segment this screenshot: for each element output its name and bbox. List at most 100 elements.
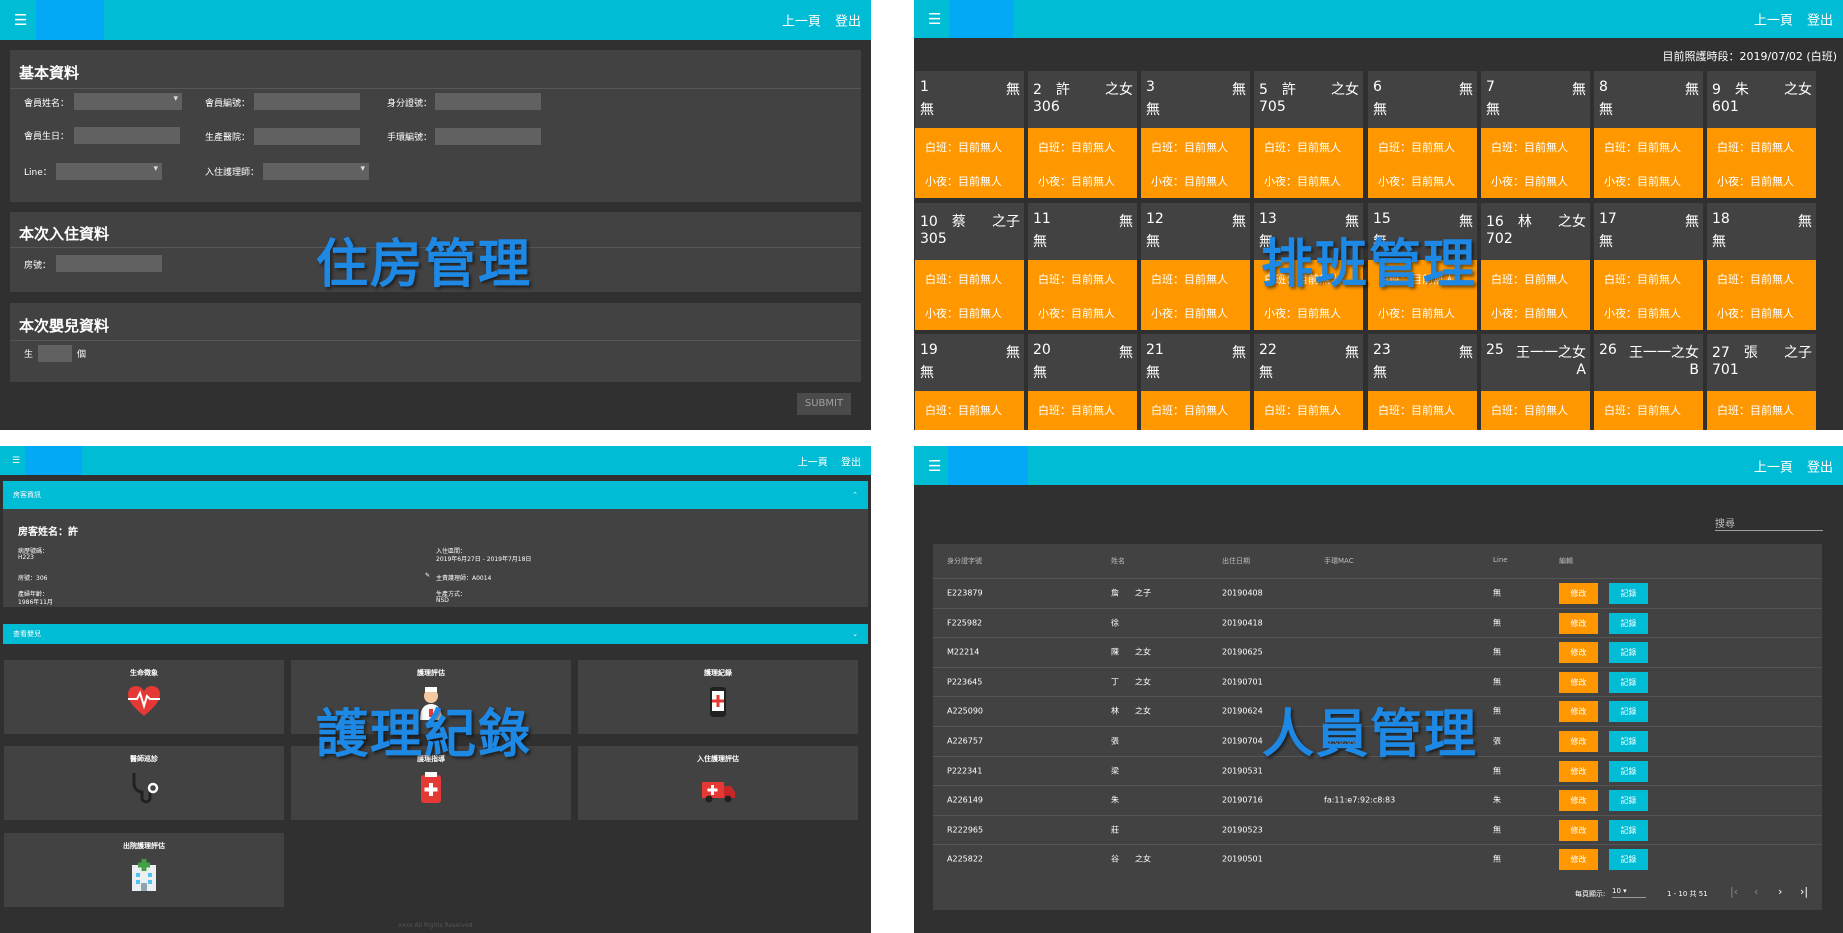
room-header: 2 許 之女 306 [1028,71,1137,128]
prev-page-link[interactable]: 上一頁 [782,15,821,30]
room-occupant: 無 [1572,82,1586,98]
room-card[interactable]: 11 無無白班：目前無人 小夜：目前無人 [1028,203,1137,330]
prev-page-icon[interactable]: ‹ [1754,885,1758,898]
per-page-select[interactable]: 10 ▾ [1612,887,1646,898]
room-card[interactable]: 26 王一一之女B 白班：目前無人小夜：目前無人 [1594,334,1703,430]
record-button[interactable]: 記錄 [1609,849,1648,871]
edit-button[interactable]: 修改 [1559,583,1598,604]
edit-button[interactable]: 修改 [1559,849,1598,871]
edit-button[interactable]: 修改 [1559,671,1598,693]
hospital-input[interactable] [254,128,360,145]
chevron-down-icon: ⌄ [852,630,858,638]
room-card[interactable]: 9 朱 之女 601 白班：目前無人 小夜：目前無人 [1707,71,1816,198]
tile-admission-assessment[interactable]: 入住護理評估 [578,746,858,820]
room-card[interactable]: 22無無白班：目前無人小夜：目前無人 [1254,334,1363,430]
room-card[interactable]: 2 許 之女 306 白班：目前無人 小夜：目前無人 [1028,71,1137,198]
room-card[interactable]: 19無無白班：目前無人小夜：目前無人 [915,334,1024,430]
record-button[interactable]: 記錄 [1609,819,1648,841]
edit-button[interactable]: 修改 [1559,701,1598,723]
room-input[interactable] [56,255,162,272]
field-label: Line： [24,168,52,178]
menu-icon[interactable]: ☰ [12,456,20,466]
column-header[interactable]: Line [1493,556,1508,564]
room-card[interactable]: 7 無無白班：目前無人 小夜：目前無人 [1481,71,1590,198]
room-card[interactable]: 6 無無白班：目前無人 小夜：目前無人 [1368,71,1477,198]
guest-info-header[interactable]: 房客資訊 ⌃ [3,481,868,509]
room-card[interactable]: 1 無無白班：目前無人 小夜：目前無人 [915,71,1024,198]
last-page-icon[interactable]: ›| [1800,885,1808,898]
prev-page-link[interactable]: 上一頁 [798,457,828,468]
record-button[interactable]: 記錄 [1609,642,1648,664]
id-no-input[interactable] [435,93,541,110]
menu-icon[interactable]: ☰ [928,457,941,475]
field-value: NSD [436,597,449,604]
room-card[interactable]: 25 王一一之女A 白班：目前無人小夜：目前無人 [1481,334,1590,430]
baby-header[interactable]: 查看嬰兒 ⌄ [3,624,868,644]
baby-count-input[interactable] [38,345,72,362]
submit-button[interactable]: SUBMIT [797,393,851,415]
member-no-input[interactable] [254,93,360,110]
edit-button[interactable]: 修改 [1559,731,1598,752]
birthday-input[interactable] [74,127,180,144]
next-page-icon[interactable]: › [1778,885,1782,898]
edit-button[interactable]: 修改 [1559,760,1598,782]
edit-button[interactable]: 修改 [1559,612,1598,634]
room-card[interactable]: 16 林 之女 702 白班：目前無人 小夜：目前無人 [1481,203,1590,330]
column-header[interactable]: 身分證字號 [947,556,982,566]
column-header[interactable]: 編輯 [1559,556,1573,566]
line-select[interactable] [56,163,162,180]
room-card[interactable]: 20無無白班：目前無人小夜：目前無人 [1028,334,1137,430]
room-occupant: 無 [1232,82,1246,98]
tile-doctor-round[interactable]: 醫師巡診 [4,746,284,820]
record-button[interactable]: 記錄 [1609,790,1648,812]
room-card[interactable]: 3 無無白班：目前無人 小夜：目前無人 [1141,71,1250,198]
room-number: 12 [1146,211,1164,227]
prev-page-link[interactable]: 上一頁 [1754,460,1793,475]
logout-link[interactable]: 登出 [1807,14,1833,29]
edit-icon[interactable]: ✎ [425,572,430,579]
prev-page-link[interactable]: 上一頁 [1754,14,1793,29]
room-card[interactable]: 23無無白班：目前無人小夜：目前無人 [1368,334,1477,430]
room-sub: 無 [1599,234,1613,250]
room-card[interactable]: 27 張 之子 701 白班：目前無人小夜：目前無人 [1707,334,1816,430]
menu-icon[interactable]: ☰ [928,10,941,28]
name-cell: 丁 之女 [1111,677,1151,687]
room-number: 6 [1373,79,1382,95]
room-card[interactable]: 5 許 之女 705 白班：目前無人 小夜：目前無人 [1254,71,1363,198]
logout-link[interactable]: 登出 [835,15,861,30]
bracelet-input[interactable] [435,128,541,145]
record-button[interactable]: 記錄 [1609,701,1648,723]
room-card[interactable]: 18 無無白班：目前無人 小夜：目前無人 [1707,203,1816,330]
edit-button[interactable]: 修改 [1559,819,1598,841]
overlay-title: 人員管理 [1262,705,1479,765]
record-button[interactable]: 記錄 [1609,731,1648,752]
logout-link[interactable]: 登出 [841,457,861,468]
first-page-icon[interactable]: |‹ [1730,885,1738,898]
record-button[interactable]: 記錄 [1609,760,1648,782]
column-header[interactable]: 姓名 [1111,556,1125,566]
table-row: R222965 莊 20190523 無 修改 記錄 [933,814,1822,844]
room-card[interactable]: 12 無無白班：目前無人 小夜：目前無人 [1141,203,1250,330]
room-card[interactable]: 10 蔡 之子 305 白班：目前無人 小夜：目前無人 [915,203,1024,330]
logout-link[interactable]: 登出 [1807,460,1833,475]
member-name-select[interactable] [74,93,182,110]
room-card[interactable]: 17 無無白班：目前無人 小夜：目前無人 [1594,203,1703,330]
record-button[interactable]: 記錄 [1609,583,1648,604]
column-header[interactable]: 出住日期 [1222,556,1250,566]
room-card[interactable]: 8 無無白班：目前無人 小夜：目前無人 [1594,71,1703,198]
room-card[interactable]: 21無無白班：目前無人小夜：目前無人 [1141,334,1250,430]
record-button[interactable]: 記錄 [1609,671,1648,693]
tile-discharge-assessment[interactable]: 出院護理評估 [4,833,284,907]
night-shift: 小夜：目前無人 [1604,175,1681,188]
search-input[interactable]: 搜尋 [1715,515,1823,531]
tile-vital-signs[interactable]: 生命徵象 [4,660,284,734]
record-button[interactable]: 記錄 [1609,612,1648,634]
column-header[interactable]: 手環MAC [1324,556,1354,566]
day-shift: 白班：目前無人 [1151,141,1228,154]
menu-icon[interactable]: ☰ [14,11,27,29]
nurse-select[interactable] [263,163,369,180]
edit-button[interactable]: 修改 [1559,790,1598,812]
room-sub-right: A [1576,362,1586,378]
tile-nursing-record[interactable]: 護理紀錄 [578,660,858,734]
edit-button[interactable]: 修改 [1559,642,1598,664]
